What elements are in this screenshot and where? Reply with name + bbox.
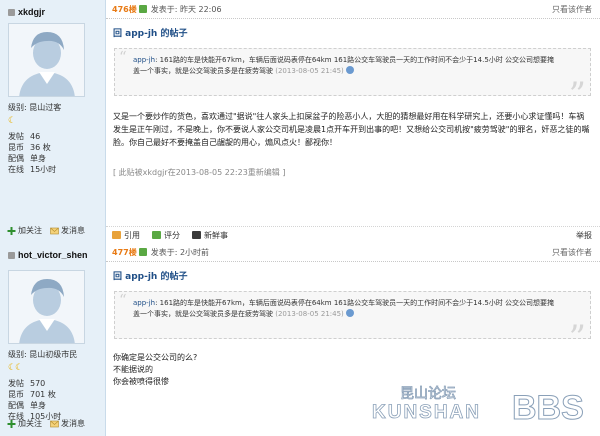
post-body: 又是一个要炒作的货色，喜欢通过"据说"往人家头上扣屎盆子的险恶小人，大胆的猜想最… — [113, 112, 590, 147]
quote-icon — [112, 231, 121, 239]
quote-author[interactable]: app-jh — [133, 56, 155, 64]
rate-icon — [152, 231, 161, 239]
quote-time: (2013-08-05 21:45) — [275, 310, 344, 318]
post-content: 476楼 发表于: 昨天 22:06 只看该作者 回 app-jh 的帖子 “ … — [106, 0, 600, 243]
post-body: 你确定是公交公司的么? 不能据说的 你会被喷得很惨 — [113, 352, 591, 388]
user-sidebar: hot_victor_shen 级别: 昆山初级市民 ☾☾ 发帖 570 昆币 70… — [0, 243, 106, 436]
quote-block: “ app-jh: 161路的车是快能开67km，车辆后面说码表停在64km 1… — [114, 48, 591, 112]
message-button[interactable]: 发消息 — [50, 418, 85, 429]
envelope-icon — [50, 420, 59, 427]
report-link[interactable]: 举报 — [576, 230, 592, 241]
user-actions: 加关注 发消息 — [7, 225, 85, 236]
quote-block: “ app-jh: 161路的车是快能开67km，车辆后面说码表停在64km 1… — [114, 291, 591, 355]
envelope-icon — [50, 227, 59, 234]
quote-author[interactable]: app-jh — [133, 299, 155, 307]
default-avatar-icon — [9, 24, 84, 96]
quote-close-icon: ” — [568, 75, 586, 115]
body-line: 你确定是公交公司的么? — [113, 353, 198, 362]
stat-posts: 发帖 570 — [8, 379, 46, 388]
avatar[interactable] — [8, 270, 85, 344]
username[interactable]: hot_victor_shen — [8, 250, 97, 260]
posted-icon — [138, 5, 147, 13]
default-avatar-icon — [9, 271, 84, 343]
reply-title: 回 app-jh 的帖子 — [113, 272, 188, 282]
post-time: 发表于: 昨天 22:06 — [150, 4, 222, 14]
quote-time: (2013-08-05 21:45) — [275, 67, 344, 75]
user-actions: 加关注 发消息 — [7, 418, 85, 429]
stat-coins: 昆币 36 枚 — [8, 143, 51, 152]
only-author-link[interactable]: 只看该作者 — [552, 247, 592, 258]
floor-number[interactable]: 477楼 — [112, 247, 137, 258]
floor-number[interactable]: 476楼 — [112, 4, 137, 15]
quote-button[interactable]: 引用 — [112, 230, 140, 241]
post-477: hot_victor_shen 级别: 昆山初级市民 ☾☾ 发帖 570 昆币 70… — [0, 243, 600, 436]
plus-icon — [7, 226, 16, 235]
body-line: 你会被喷得很惨 — [113, 377, 169, 386]
user-level: 级别: 昆山初级市民 — [8, 350, 78, 359]
post-footer: 引用 评分 新鲜事 举报 — [106, 226, 600, 243]
reply-title: 回 app-jh 的帖子 — [113, 29, 188, 39]
user-stats: 发帖 570 昆币 701 枚 配偶 单身 在线 105小时 — [8, 378, 97, 422]
post-time: 发表于: 2小时前 — [150, 247, 210, 257]
rate-button[interactable]: 评分 — [152, 230, 180, 241]
only-author-link[interactable]: 只看该作者 — [552, 4, 592, 15]
rank-moon-icon: ☾ — [8, 116, 16, 126]
edit-note: [ 此贴被xkdgjr在2013-08-05 22:23重新编辑 ] — [113, 168, 286, 177]
body-line: 不能据说的 — [113, 365, 153, 374]
message-button[interactable]: 发消息 — [50, 225, 85, 236]
post-header: 477楼 发表于: 2小时前 只看该作者 — [106, 243, 600, 262]
share-hot-button[interactable]: 新鲜事 — [192, 230, 228, 241]
goto-post-icon[interactable] — [345, 66, 354, 74]
follow-button[interactable]: 加关注 — [7, 225, 42, 236]
stat-posts: 发帖 46 — [8, 132, 41, 141]
quote-close-icon: ” — [568, 318, 586, 358]
goto-post-icon[interactable] — [345, 309, 354, 317]
rank-moon-icon: ☾☾ — [8, 363, 23, 373]
post-header: 476楼 发表于: 昨天 22:06 只看该作者 — [106, 0, 600, 19]
posted-icon — [138, 248, 147, 256]
plus-icon — [7, 419, 16, 428]
stat-spouse: 配偶 单身 — [8, 401, 46, 410]
stat-coins: 昆币 701 枚 — [8, 390, 56, 399]
post-content: 477楼 发表于: 2小时前 只看该作者 回 app-jh 的帖子 “ app-… — [106, 243, 600, 436]
quote-open-icon: “ — [119, 291, 127, 309]
hot-news-icon — [192, 231, 201, 239]
post-476: xkdgjr 级别: 昆山过客 ☾ 发帖 46 昆币 36 枚 配偶 单身 在线 15小… — [0, 0, 600, 243]
stat-spouse: 配偶 单身 — [8, 154, 46, 163]
user-stats: 发帖 46 昆币 36 枚 配偶 单身 在线 15小时 — [8, 131, 97, 175]
avatar[interactable] — [8, 23, 85, 97]
quote-open-icon: “ — [119, 48, 127, 66]
user-level: 级别: 昆山过客 — [8, 103, 62, 112]
offline-status-icon — [8, 252, 15, 259]
stat-online: 在线 15小时 — [8, 165, 57, 174]
username[interactable]: xkdgjr — [8, 7, 97, 17]
follow-button[interactable]: 加关注 — [7, 418, 42, 429]
offline-status-icon — [8, 9, 15, 16]
user-sidebar: xkdgjr 级别: 昆山过客 ☾ 发帖 46 昆币 36 枚 配偶 单身 在线 15小… — [0, 0, 106, 243]
